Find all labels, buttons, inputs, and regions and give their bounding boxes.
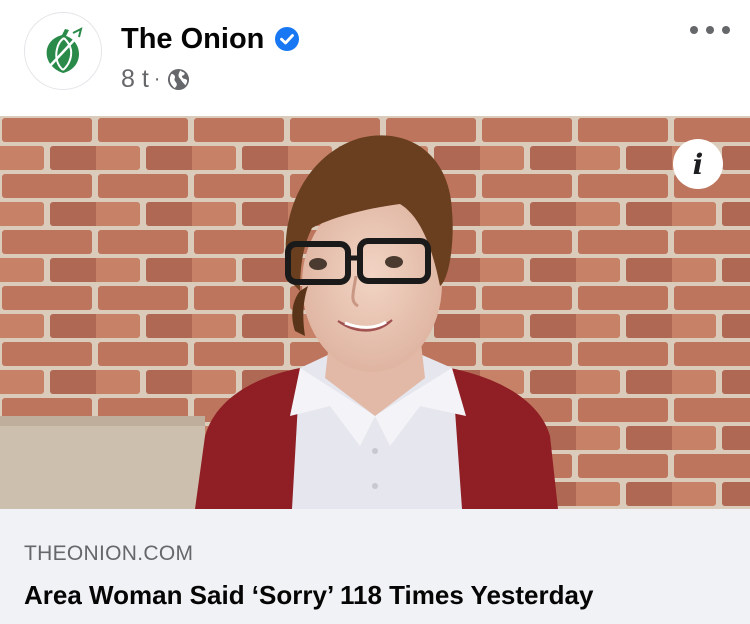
link-headline[interactable]: Area Woman Said ‘Sorry’ 118 Times Yester… (24, 579, 593, 611)
facebook-post: The Onion 8 t · i THEONION.COM Area Woma… (0, 0, 750, 624)
post-meta: 8 t · (121, 64, 190, 94)
link-domain: THEONION.COM (24, 542, 194, 565)
verified-badge-icon (275, 27, 299, 51)
onion-logo-icon (46, 27, 83, 73)
post-timestamp[interactable]: 8 t (121, 65, 149, 94)
globe-icon[interactable] (167, 68, 190, 91)
article-photo (0, 116, 750, 509)
info-button[interactable]: i (673, 139, 723, 189)
page-name[interactable]: The Onion (121, 21, 264, 57)
article-image[interactable] (0, 116, 750, 509)
meta-separator: · (153, 67, 161, 90)
more-options-icon[interactable] (690, 18, 730, 42)
link-preview[interactable]: THEONION.COM Area Woman Said ‘Sorry’ 118… (0, 509, 750, 624)
post-header: The Onion 8 t · (0, 0, 750, 116)
page-avatar[interactable] (24, 12, 102, 90)
